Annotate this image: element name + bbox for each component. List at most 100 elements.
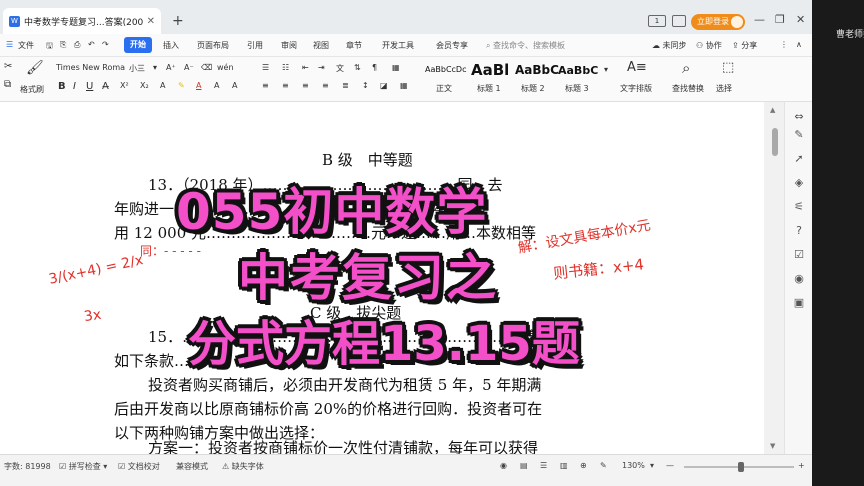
zoom-out-icon[interactable]: — [666,461,674,470]
font-size-dropdown-icon[interactable]: ▾ [153,63,157,72]
zoom-dropdown-icon[interactable]: ▾ [650,461,654,470]
zoom-in-icon[interactable]: + [798,461,805,470]
strikethrough-icon[interactable]: A̶ [102,81,109,92]
zoom-level[interactable]: 130% [622,461,645,470]
undo-icon[interactable]: ↶ [88,40,95,49]
layout-toggle-button[interactable]: 1 [648,15,666,27]
close-tab-icon[interactable]: ✕ [147,16,155,27]
align-right-icon[interactable]: ≡ [302,81,309,90]
outdent-icon[interactable]: ⇤ [302,63,309,72]
highlight-icon[interactable]: ✎ [178,81,185,90]
table-border-icon[interactable]: ▦ [400,81,408,90]
maximize-icon[interactable]: ❐ [775,14,785,26]
proofread-button[interactable]: ☑ 文档校对 [118,461,160,472]
bold-icon[interactable]: B [58,81,66,92]
grow-font-icon[interactable]: A⁺ [166,63,176,72]
pointer-icon[interactable]: ➚ [792,152,806,166]
chinese-layout-icon[interactable]: 文 [336,63,344,74]
cut-icon[interactable]: ✂ [4,61,12,72]
new-tab-icon[interactable]: + [172,14,184,28]
login-button[interactable]: 立即登录 [691,14,745,30]
subscript-icon[interactable]: X₂ [140,81,149,90]
find-replace-icon[interactable]: ⌕ [682,59,690,77]
styles-more-icon[interactable]: ▾ [604,65,608,74]
italic-icon[interactable]: I [73,81,76,92]
save-icon[interactable]: 🖫 [46,40,53,54]
review-icon[interactable]: ☑ [792,248,806,262]
superscript-icon[interactable]: X² [120,81,129,90]
tab-chapter[interactable]: 章节 [346,40,362,51]
menu-file[interactable]: 文件 [18,40,34,51]
vertical-scrollbar[interactable]: ▲ ▼ [764,102,784,454]
export-icon[interactable]: ⎘ [60,40,66,50]
align-left-icon[interactable]: ≡ [262,81,269,90]
tab-developer[interactable]: 开发工具 [382,40,414,51]
adjust-icon[interactable]: ⚟ [792,200,806,214]
location-icon[interactable]: ◉ [792,272,806,286]
spell-check-button[interactable]: ☑ 拼写检查 ▾ [59,461,107,472]
menu-icon[interactable]: ☰ [6,40,13,49]
sort-icon[interactable]: ⇅ [354,63,361,72]
numbered-list-icon[interactable]: ☷ [282,63,289,72]
shading-icon[interactable]: ◪ [380,81,388,90]
find-replace-label[interactable]: 查找替换 [672,83,704,94]
bullet-list-icon[interactable]: ☰ [262,63,269,72]
format-brush-icon[interactable]: 🖌 [26,60,44,76]
select-label[interactable]: 选择 [716,83,732,94]
border-icon[interactable]: ▦ [392,63,400,72]
style-normal-preview[interactable]: AaBbCcDc [425,65,466,74]
copy-icon[interactable]: ⧉ [4,79,11,90]
indent-icon[interactable]: ⇥ [318,63,325,72]
word-count[interactable]: 字数: 81998 [4,461,51,472]
tab-page-layout[interactable]: 页面布局 [197,40,229,51]
eye-protect-icon[interactable]: ◉ [500,461,507,470]
char-border-icon[interactable]: A [232,81,237,90]
phonetic-icon[interactable]: wén [217,63,234,72]
help-icon[interactable]: ? [792,224,806,238]
format-brush-label[interactable]: 格式刷 [20,84,44,95]
command-search[interactable]: ⌕ 查找命令、搜索模板 [486,40,565,51]
show-marks-icon[interactable]: ¶ [372,63,377,72]
sidebar-toggle-icon[interactable]: ⇔ [792,110,806,124]
shapes-icon[interactable]: ◈ [792,176,806,190]
tab-insert[interactable]: 插入 [163,40,179,51]
outline-view-icon[interactable]: ☰ [540,461,547,470]
collaborate-button[interactable]: ⚇ 协作 [696,40,722,51]
font-size-select[interactable]: 小三 [129,63,145,74]
write-view-icon[interactable]: ✎ [600,461,607,470]
char-shading-icon[interactable]: A [214,81,219,90]
missing-font-button[interactable]: ⚠ 缺失字体 [222,461,264,472]
select-icon[interactable]: ⬚ [722,60,734,75]
align-center-icon[interactable]: ≡ [282,81,289,90]
justify-icon[interactable]: ≡ [322,81,329,90]
collapse-ribbon-icon[interactable]: ∧ [796,40,802,49]
style-heading1-preview[interactable]: AaBl [471,61,509,79]
line-spacing-icon[interactable]: ↕ [362,81,369,90]
apps-icon[interactable]: ▣ [792,296,806,310]
underline-icon[interactable]: U [86,81,93,92]
minimize-icon[interactable]: — [754,14,765,26]
zoom-slider-thumb[interactable] [738,462,744,472]
font-color-icon[interactable]: A [196,81,201,90]
style-heading3-preview[interactable]: AaBbC [558,64,598,77]
shrink-font-icon[interactable]: A⁻ [184,63,194,72]
clear-format-icon[interactable]: ⌫ [201,63,212,72]
text-layout-icon[interactable]: A≡ [627,60,647,75]
document-tab[interactable]: W 中考数学专题复习...答案(200页) ✕ [3,8,161,34]
reading-view-icon[interactable]: ▥ [560,461,568,470]
share-button[interactable]: ⇪ 分享 [732,40,757,51]
more-icon[interactable]: ⋮ [780,40,788,49]
text-effect-icon[interactable]: A [160,81,165,90]
edit-pen-icon[interactable]: ✎ [792,128,806,142]
tab-start[interactable]: 开始 [124,37,152,53]
text-layout-label[interactable]: 文字排版 [620,83,652,94]
scroll-down-icon[interactable]: ▼ [770,442,775,450]
font-name-select[interactable]: Times New Roma [56,63,125,72]
print-icon[interactable]: ⎙ [74,40,80,50]
scrollbar-thumb[interactable] [772,128,778,156]
close-window-icon[interactable]: ✕ [796,14,805,26]
redo-icon[interactable]: ↷ [102,40,109,49]
distribute-icon[interactable]: ≣ [342,81,349,90]
web-view-icon[interactable]: ⊕ [580,461,587,470]
style-heading2-preview[interactable]: AaBbC [515,63,559,77]
